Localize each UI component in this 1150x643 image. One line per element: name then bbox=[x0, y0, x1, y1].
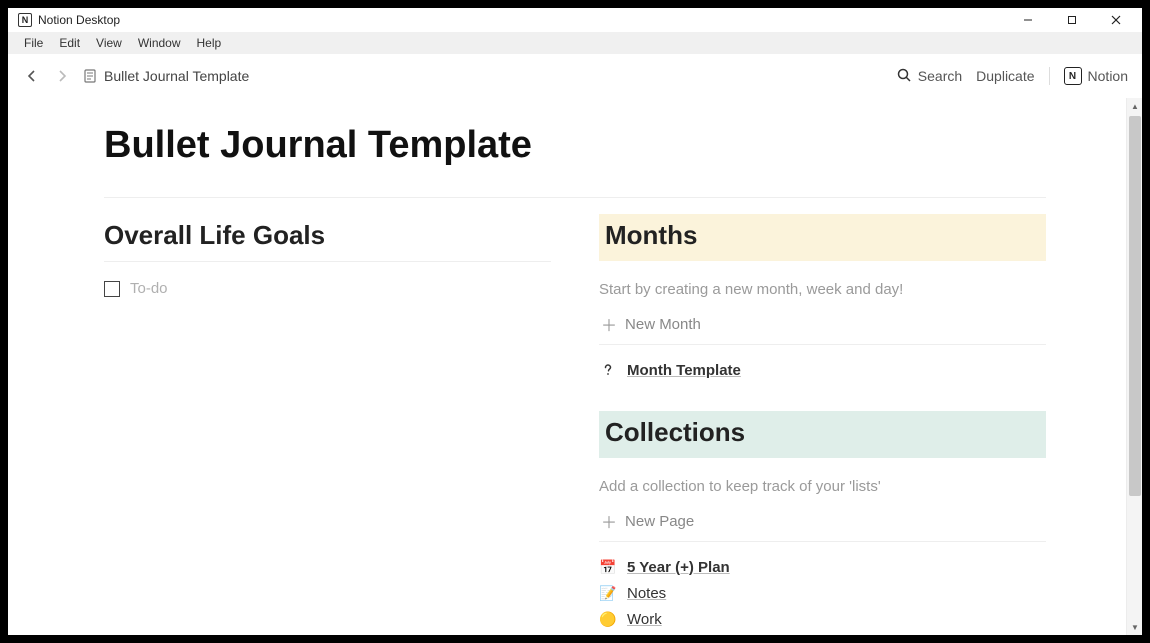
duplicate-button[interactable]: Duplicate bbox=[976, 68, 1034, 84]
breadcrumb-label: Bullet Journal Template bbox=[104, 68, 249, 84]
nav-back-button[interactable] bbox=[22, 66, 42, 86]
right-column: Months Start by creating a new month, we… bbox=[599, 214, 1046, 632]
new-month-label: New Month bbox=[625, 316, 701, 333]
menu-edit[interactable]: Edit bbox=[51, 34, 88, 52]
plus-icon: ＋ bbox=[601, 312, 617, 336]
breadcrumb[interactable]: Bullet Journal Template bbox=[82, 68, 249, 84]
collection-item-label: Notes bbox=[627, 585, 666, 602]
dot-icon: 🟡 bbox=[599, 610, 617, 628]
collection-item-plan[interactable]: 📅 5 Year (+) Plan bbox=[599, 554, 1046, 580]
month-template-link[interactable]: Month Template bbox=[599, 357, 1046, 383]
question-icon bbox=[599, 361, 617, 379]
calendar-icon: 📅 bbox=[599, 558, 617, 576]
content-scroll-area: Bullet Journal Template Overall Life Goa… bbox=[8, 98, 1142, 635]
duplicate-label: Duplicate bbox=[976, 68, 1034, 84]
scrollbar-up-button[interactable]: ▲ bbox=[1127, 98, 1142, 114]
page-title[interactable]: Bullet Journal Template bbox=[104, 106, 1046, 198]
menu-window[interactable]: Window bbox=[130, 34, 189, 52]
notes-icon: 📝 bbox=[599, 584, 617, 602]
month-template-label: Month Template bbox=[627, 362, 741, 379]
notion-link[interactable]: N Notion bbox=[1064, 67, 1128, 85]
window-close-button[interactable] bbox=[1094, 8, 1138, 32]
notion-label: Notion bbox=[1088, 68, 1128, 84]
titlebar: N Notion Desktop bbox=[8, 8, 1142, 32]
todo-item[interactable]: To-do bbox=[104, 276, 551, 301]
app-icon: N bbox=[18, 13, 32, 27]
scrollbar-down-button[interactable]: ▼ bbox=[1127, 619, 1142, 635]
collections-heading[interactable]: Collections bbox=[599, 411, 1046, 458]
topnav: Bullet Journal Template Search Duplicate… bbox=[8, 54, 1142, 98]
months-heading[interactable]: Months bbox=[599, 214, 1046, 261]
menu-view[interactable]: View bbox=[88, 34, 130, 52]
nav-forward-button[interactable] bbox=[52, 66, 72, 86]
divider bbox=[1049, 67, 1050, 85]
months-hint: Start by creating a new month, week and … bbox=[599, 281, 1046, 298]
goals-heading[interactable]: Overall Life Goals bbox=[104, 214, 551, 262]
new-month-button[interactable]: ＋ New Month bbox=[599, 304, 1046, 345]
page-icon bbox=[82, 68, 98, 84]
scrollbar-thumb[interactable] bbox=[1129, 116, 1141, 496]
search-button[interactable]: Search bbox=[896, 67, 962, 86]
new-page-label: New Page bbox=[625, 513, 694, 530]
search-icon bbox=[896, 67, 912, 86]
plus-icon: ＋ bbox=[601, 509, 617, 533]
collection-item-label: 5 Year (+) Plan bbox=[627, 559, 730, 576]
collection-item-label: Work bbox=[627, 611, 662, 628]
window-minimize-button[interactable] bbox=[1006, 8, 1050, 32]
window-title: Notion Desktop bbox=[38, 13, 120, 27]
vertical-scrollbar[interactable]: ▲ ▼ bbox=[1126, 98, 1142, 635]
new-page-button[interactable]: ＋ New Page bbox=[599, 501, 1046, 542]
menu-file[interactable]: File bbox=[16, 34, 51, 52]
collections-hint: Add a collection to keep track of your '… bbox=[599, 478, 1046, 495]
collection-item-notes[interactable]: 📝 Notes bbox=[599, 580, 1046, 606]
notion-icon: N bbox=[1064, 67, 1082, 85]
app-window: N Notion Desktop File Edit View Window bbox=[8, 8, 1142, 635]
window-maximize-button[interactable] bbox=[1050, 8, 1094, 32]
search-label: Search bbox=[918, 68, 962, 84]
collection-item-work[interactable]: 🟡 Work bbox=[599, 606, 1046, 632]
menubar: File Edit View Window Help bbox=[8, 32, 1142, 54]
todo-checkbox[interactable] bbox=[104, 281, 120, 297]
left-column: Overall Life Goals To-do bbox=[104, 214, 551, 632]
todo-placeholder: To-do bbox=[130, 280, 168, 297]
menu-help[interactable]: Help bbox=[189, 34, 230, 52]
